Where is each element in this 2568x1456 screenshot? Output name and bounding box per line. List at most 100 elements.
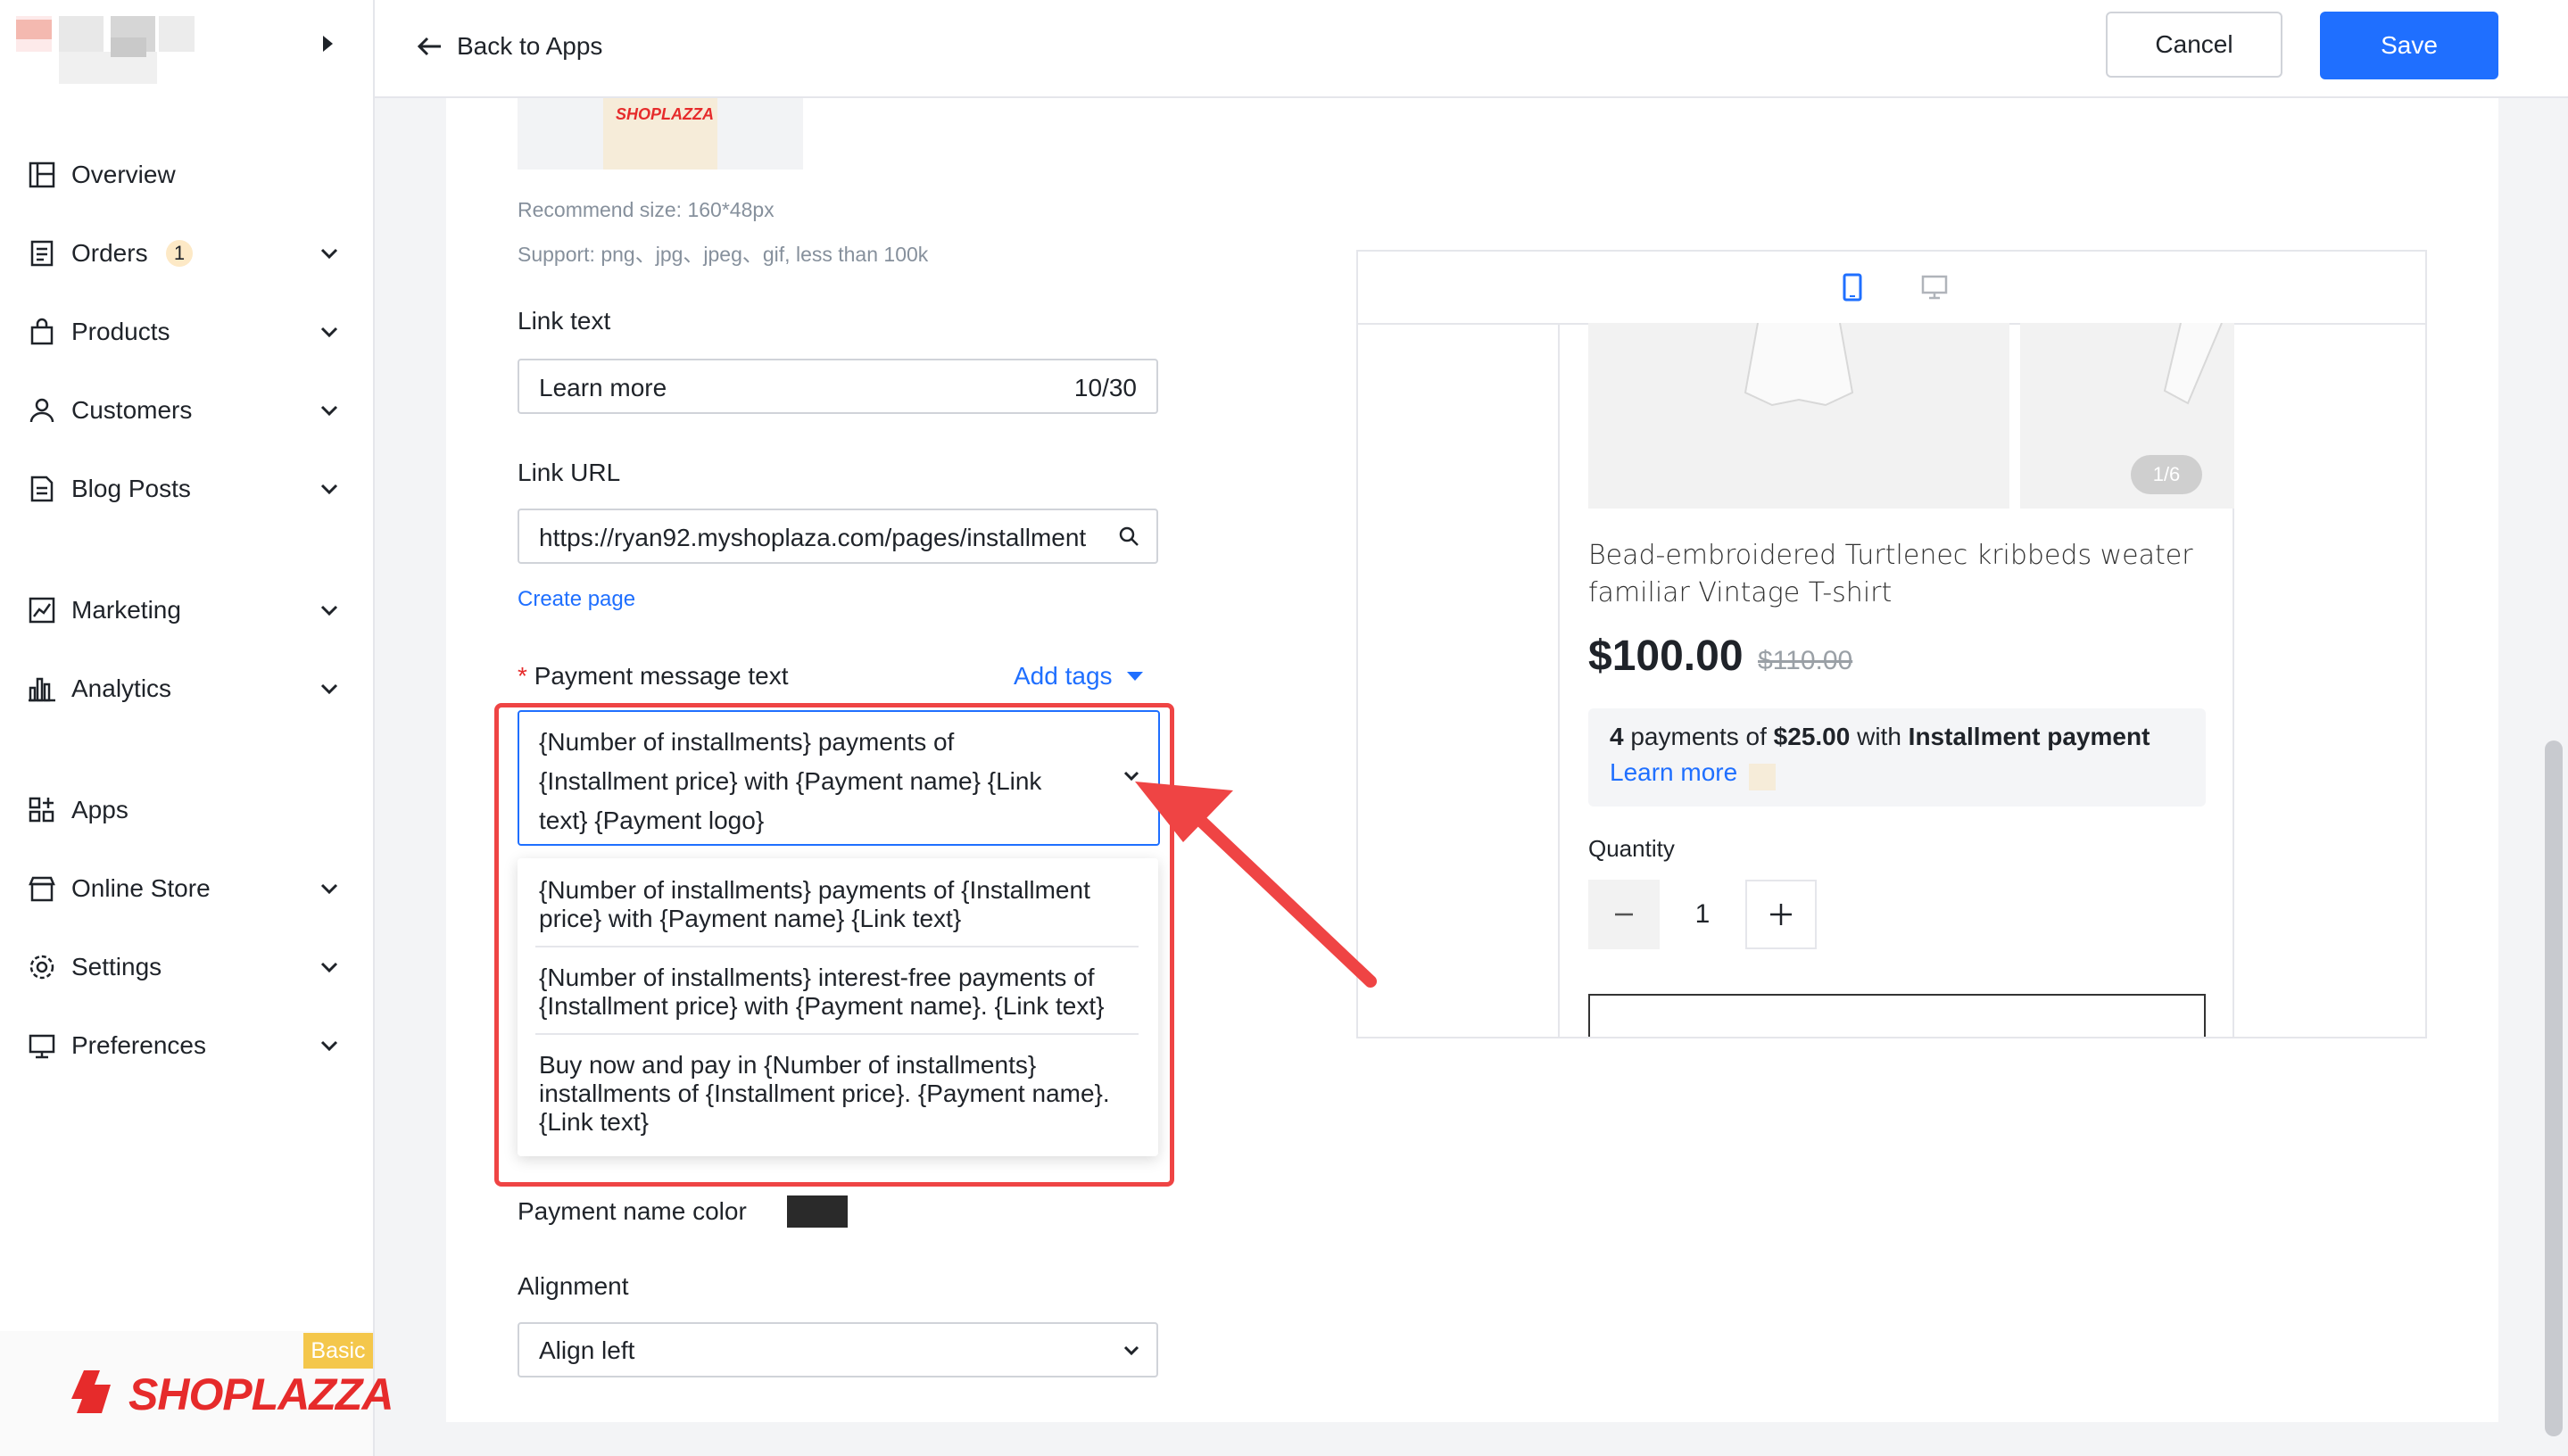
payment-message-label: * Payment message text <box>518 662 789 691</box>
installment-line: 4 payments of $25.00 with Installment pa… <box>1610 723 2150 751</box>
online-store-icon <box>29 876 55 902</box>
storefront-preview: 1/6 Bead-embroidered Turtlenec kribbeds … <box>1356 250 2427 1038</box>
chevron-down-icon[interactable] <box>314 595 344 625</box>
scrollbar-thumb[interactable] <box>2545 740 2563 1436</box>
sidebar-item-label: Customers <box>71 396 193 424</box>
chevron-down-icon[interactable] <box>314 1030 344 1061</box>
chevron-down-icon[interactable] <box>314 474 344 504</box>
sidebar-item-label: Products <box>71 318 170 345</box>
sidebar-item-label: Settings <box>71 953 162 980</box>
chevron-down-icon[interactable] <box>314 952 344 982</box>
sidebar-item-settings[interactable]: Settings <box>0 940 373 994</box>
sidebar-item-analytics[interactable]: Analytics <box>0 662 373 716</box>
sidebar-item-customers[interactable]: Customers <box>0 384 373 437</box>
payment-logo-preview[interactable]: SHOPLAZZA <box>518 98 803 170</box>
link-text-char-count: 10/30 <box>1073 374 1137 401</box>
apps-icon <box>29 797 54 823</box>
quantity-value[interactable]: 1 <box>1685 899 1720 930</box>
sidebar-item-products[interactable]: Products <box>0 305 373 359</box>
payment-message-select[interactable]: {Number of installments} payments of {In… <box>518 710 1160 846</box>
back-label: Back to Apps <box>457 32 603 60</box>
gear-icon <box>29 955 54 980</box>
logo-preview-text: SHOPLAZZA <box>616 105 714 123</box>
payment-message-label-text: Payment message text <box>534 662 789 690</box>
back-to-apps-button[interactable]: Back to Apps <box>416 25 602 68</box>
device-toggle-bar <box>1358 252 2425 325</box>
dropdown-option[interactable]: {Number of installments} payments of {In… <box>539 876 1139 933</box>
arrow-left-icon <box>417 37 441 56</box>
quantity-decrease-button[interactable] <box>1588 880 1660 949</box>
orders-count-badge: 1 <box>166 240 193 267</box>
shoplazza-logo-icon <box>71 1370 111 1413</box>
chevron-down-icon[interactable] <box>314 395 344 426</box>
minus-icon <box>1615 913 1633 916</box>
mobile-frame: 1/6 Bead-embroidered Turtlenec kribbeds … <box>1558 322 2234 1037</box>
option-divider <box>535 946 1139 947</box>
product-image[interactable] <box>2020 322 2234 509</box>
payment-name-color-swatch[interactable] <box>787 1195 848 1228</box>
sidebar-item-label: Orders <box>71 239 148 267</box>
caret-down-icon <box>1126 672 1143 681</box>
brand-name: SHOPLAZZA <box>128 1369 394 1419</box>
search-icon[interactable] <box>1117 525 1140 548</box>
orders-icon <box>30 240 54 267</box>
chevron-down-icon[interactable] <box>1119 764 1144 789</box>
image-counter-badge: 1/6 <box>2131 455 2202 494</box>
sidebar-item-label: Overview <box>71 161 176 188</box>
add-tags-button[interactable]: Add tags <box>1014 662 1143 691</box>
plus-icon <box>1770 904 1792 925</box>
sidebar-item-overview[interactable]: Overview <box>0 148 373 202</box>
learn-more-link[interactable]: Learn more <box>1610 758 1737 787</box>
alignment-select[interactable]: Align left <box>518 1322 1158 1377</box>
payment-message-value: {Number of installments} payments of {In… <box>539 728 1042 834</box>
sidebar-item-label: Apps <box>71 796 128 823</box>
save-button[interactable]: Save <box>2320 12 2498 79</box>
sidebar-item-label: Marketing <box>71 596 181 624</box>
mobile-device-icon[interactable] <box>1836 271 1868 303</box>
cancel-button[interactable]: Cancel <box>2106 12 2282 78</box>
chevron-down-icon[interactable] <box>314 873 344 904</box>
sidebar-item-preferences[interactable]: Preferences <box>0 1019 373 1072</box>
add-to-cart-button[interactable] <box>1588 994 2206 1037</box>
sidebar-item-online-store[interactable]: Online Store <box>0 862 373 915</box>
sidebar-item-label: Online Store <box>71 874 211 902</box>
create-page-link[interactable]: Create page <box>518 587 635 612</box>
sidebar-item-label: Analytics <box>71 674 172 702</box>
alignment-value: Align left <box>539 1336 635 1364</box>
link-text-value: Learn more <box>539 374 667 401</box>
chevron-down-icon[interactable] <box>1119 1338 1144 1363</box>
installment-message: 4 payments of $25.00 with Installment pa… <box>1588 708 2206 807</box>
products-icon <box>30 318 54 345</box>
analytics-icon <box>29 677 55 702</box>
dropdown-option[interactable]: {Number of installments} interest-free p… <box>539 964 1139 1021</box>
link-text-input[interactable]: Learn more 10/30 <box>518 359 1158 414</box>
plan-badge: Basic <box>303 1333 373 1369</box>
quantity-label: Quantity <box>1588 835 1675 862</box>
support-hint: Support: png、jpg、jpeg、gif, less than 100… <box>518 243 929 266</box>
customers-icon <box>29 398 54 423</box>
installment-payment-name: Installment payment <box>1908 723 2150 750</box>
link-url-input[interactable]: https://ryan92.myshoplaza.com/pages/inst… <box>518 509 1158 564</box>
sidebar-item-blog-posts[interactable]: Blog Posts <box>0 462 373 516</box>
desktop-device-icon[interactable] <box>1918 271 1951 303</box>
chevron-down-icon[interactable] <box>314 317 344 347</box>
sidebar-item-apps[interactable]: Apps <box>0 783 373 837</box>
product-image[interactable] <box>1588 322 2009 509</box>
add-tags-label: Add tags <box>1014 662 1113 690</box>
quantity-increase-button[interactable] <box>1745 880 1817 949</box>
sidebar-item-orders[interactable]: Orders 1 <box>0 227 373 280</box>
chevron-down-icon[interactable] <box>314 238 344 269</box>
marketing-icon <box>29 597 55 624</box>
store-switcher-caret-icon[interactable] <box>323 36 333 52</box>
link-url-value: https://ryan92.myshoplaza.com/pages/inst… <box>539 524 1087 551</box>
dropdown-option[interactable]: Buy now and pay in {Number of installmen… <box>539 1051 1139 1137</box>
chevron-down-icon[interactable] <box>314 674 344 704</box>
payment-message-dropdown: {Number of installments} payments of {In… <box>518 858 1158 1156</box>
link-url-label: Link URL <box>518 459 621 486</box>
installment-count: 4 <box>1610 723 1624 750</box>
blog-posts-icon <box>30 476 54 502</box>
store-switcher[interactable] <box>16 16 266 87</box>
sidebar-item-marketing[interactable]: Marketing <box>0 583 373 637</box>
product-image-placeholder-icon <box>1744 322 1854 407</box>
required-asterisk: * <box>518 662 527 690</box>
